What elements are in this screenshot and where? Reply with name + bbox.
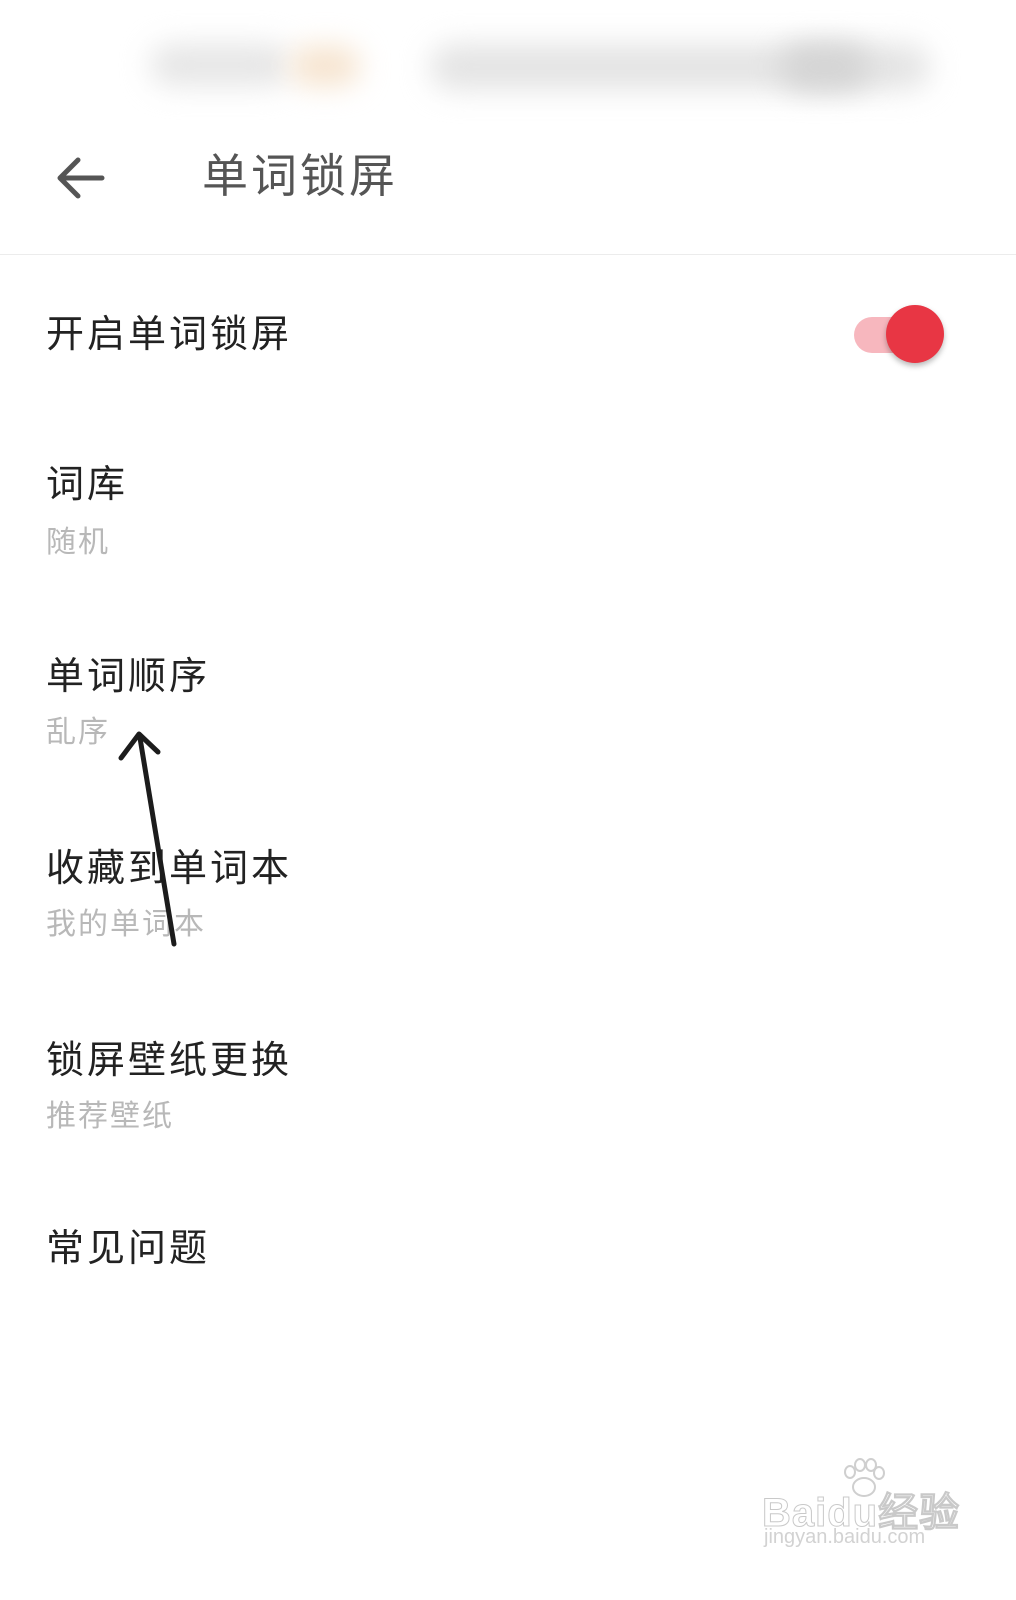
setting-word-library[interactable]: 词库 随机 (0, 405, 1016, 595)
toggle-thumb (886, 305, 944, 363)
setting-title: 常见问题 (46, 1226, 211, 1270)
setting-faq[interactable]: 常见问题 (0, 1169, 1016, 1319)
blurred-status-left (150, 44, 290, 86)
back-button[interactable] (40, 142, 120, 214)
status-bar-blurred (0, 0, 1016, 130)
page-title: 单词锁屏 (202, 149, 398, 203)
blurred-status-dark (780, 44, 870, 90)
arrow-left-icon (57, 157, 105, 199)
setting-wallpaper-change[interactable]: 锁屏壁纸更换 推荐壁纸 (0, 979, 1016, 1169)
enable-lock-screen-toggle[interactable] (854, 305, 944, 365)
watermark-url: jingyan.baidu.com (764, 1526, 926, 1548)
setting-save-to-wordbook[interactable]: 收藏到单词本 我的单词本 (0, 787, 1016, 979)
setting-value: 我的单词本 (46, 907, 206, 942)
blurred-status-accent (290, 46, 360, 86)
setting-title: 锁屏壁纸更换 (46, 1038, 293, 1082)
baidu-jingyan-watermark: Baidu经验 jingyan.baidu.com (761, 1458, 960, 1558)
setting-title: 单词顺序 (46, 654, 211, 698)
setting-value: 随机 (46, 525, 110, 560)
setting-value: 乱序 (46, 715, 110, 750)
app-header: 单词锁屏 (0, 120, 1016, 255)
setting-title: 词库 (46, 462, 129, 506)
setting-title: 开启单词锁屏 (46, 312, 293, 356)
screen: 单词锁屏 开启单词锁屏 词库 随机 单词顺序 乱序 收藏到单词本 我的单词本 锁… (0, 0, 1016, 1600)
setting-enable-lock-screen[interactable]: 开启单词锁屏 (0, 255, 1016, 405)
setting-title: 收藏到单词本 (46, 846, 293, 890)
setting-value: 推荐壁纸 (46, 1099, 174, 1134)
setting-word-order[interactable]: 单词顺序 乱序 (0, 595, 1016, 787)
